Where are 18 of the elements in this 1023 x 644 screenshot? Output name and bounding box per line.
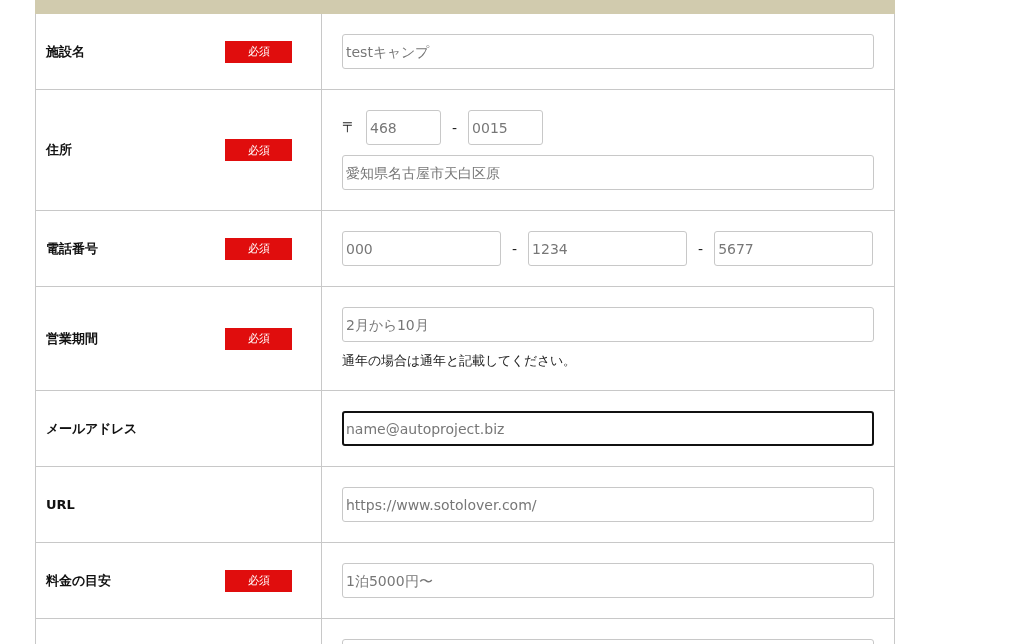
required-badge: 必須 [225, 40, 292, 63]
field-label: 施設名 [46, 42, 85, 61]
required-badge: 必須 [225, 327, 292, 350]
separator: - [698, 240, 704, 257]
hint-text: 通年の場合は通年と記載してください。 [342, 352, 577, 370]
separator: - [512, 240, 518, 257]
required-badge: 必須 [225, 569, 292, 592]
field-label: 電話番号 [46, 239, 98, 258]
required-badge: 必須 [225, 237, 292, 260]
separator: - [452, 119, 458, 136]
input-field[interactable]: name@autoproject.biz [342, 411, 874, 446]
field-label: URL [46, 497, 75, 512]
required-badge: 必須 [225, 139, 292, 161]
field-label: メールアドレス [46, 419, 137, 438]
field-label: 住所 [46, 141, 72, 159]
postal-mark: 〒 [342, 118, 356, 137]
field-label: 料金の目安 [46, 571, 111, 590]
field-label: 営業期間 [46, 329, 98, 348]
